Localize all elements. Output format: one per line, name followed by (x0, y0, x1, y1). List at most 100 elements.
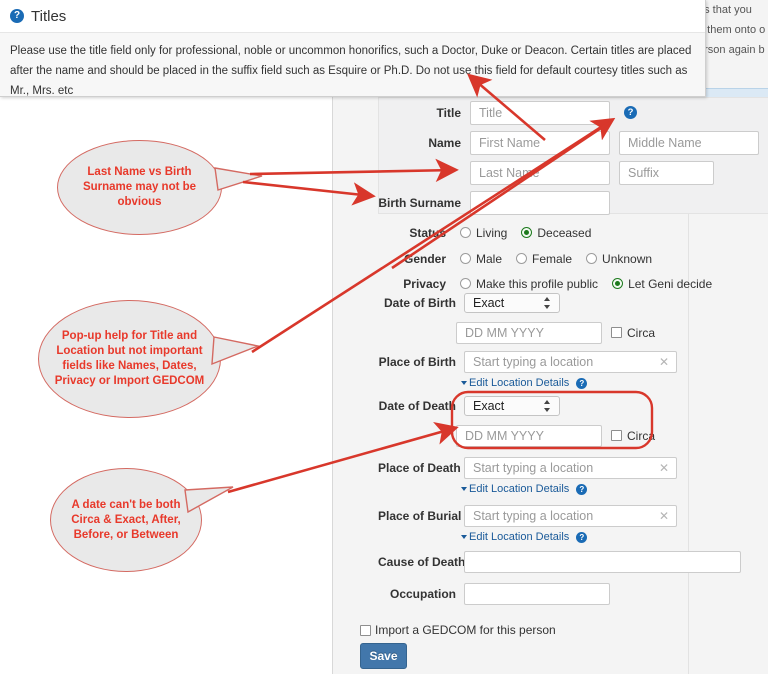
title-input[interactable]: Title (470, 101, 610, 125)
select-arrows-icon (544, 297, 551, 309)
place-of-birth-label: Place of Birth (378, 355, 456, 369)
privacy-radio-public[interactable] (460, 278, 471, 290)
status-radio-deceased[interactable] (521, 227, 533, 239)
status-option-living-label: Living (476, 225, 508, 240)
privacy-radio-geni[interactable] (612, 278, 624, 290)
place-of-burial-input[interactable]: Start typing a location ✕ (464, 505, 677, 527)
first-name-input[interactable]: First Name (470, 131, 610, 155)
status-label: Status (409, 226, 446, 240)
row-lastname: Last Name Suffix (395, 161, 768, 185)
row-date-of-birth-type: Date of Birth Exact (378, 293, 768, 313)
annotation-callout-1: Last Name vs Birth Surname may not be ob… (57, 140, 222, 235)
annotation-callout-3: A date can't be both Circa & Exact, Afte… (50, 468, 202, 572)
row-gender: Gender Male Female Unknown (378, 250, 768, 268)
date-of-birth-type-value: Exact (473, 296, 505, 310)
edit-location-details-burial[interactable]: Edit Location Details ? (461, 531, 588, 544)
place-of-burial-label: Place of Burial (378, 509, 462, 523)
gender-option-unknown-label: Unknown (602, 251, 653, 266)
date-of-birth-label: Date of Birth (384, 296, 456, 310)
name-label: Name (428, 136, 461, 150)
tooltip-body: Please use the title field only for prof… (0, 32, 705, 97)
row-date-of-birth-value: DD MM YYYY Circa (456, 322, 768, 344)
cause-of-death-label: Cause of Death (378, 555, 466, 569)
date-of-birth-circa-label: Circa (627, 325, 656, 340)
occupation-label: Occupation (389, 587, 456, 601)
place-of-death-label: Place of Death (378, 461, 461, 475)
row-occupation: Occupation (378, 583, 768, 605)
chevron-down-icon (461, 381, 467, 386)
row-place-of-birth: Place of Birth Start typing a location ✕ (378, 351, 768, 373)
clear-icon[interactable]: ✕ (659, 356, 669, 368)
row-status: Status Living Deceased (378, 224, 768, 242)
place-of-birth-placeholder: Start typing a location (473, 355, 594, 369)
import-gedcom-checkbox[interactable] (360, 624, 371, 636)
last-name-input[interactable]: Last Name (470, 161, 610, 185)
place-of-death-placeholder: Start typing a location (473, 461, 594, 475)
annotation-callout-2: Pop-up help for Title and Location but n… (38, 300, 221, 418)
date-of-birth-type-select[interactable]: Exact (464, 293, 560, 313)
edit-location-details-burial-label: Edit Location Details (469, 531, 570, 544)
gender-label: Gender (403, 252, 446, 266)
privacy-option-public-label: Make this profile public (476, 276, 599, 291)
save-button[interactable]: Save (360, 643, 407, 669)
occupation-input[interactable] (464, 583, 610, 605)
gender-option-female-label: Female (532, 251, 573, 266)
edit-location-details-death-label: Edit Location Details (469, 483, 570, 496)
gender-option-male-label: Male (476, 251, 503, 266)
bg-text-line-1: ns that you (698, 4, 752, 16)
title-label: Title (436, 106, 461, 120)
location-help-icon-burial[interactable]: ? (576, 531, 588, 543)
gender-radio-female[interactable] (516, 253, 528, 265)
row-import-gedcom: Import a GEDCOM for this person (360, 621, 760, 639)
title-help-icon[interactable]: ? (624, 104, 637, 122)
birth-surname-input[interactable] (470, 191, 610, 215)
row-date-of-death-type: Date of Death Exact (378, 396, 768, 416)
select-arrows-icon (544, 400, 551, 412)
date-of-death-circa-checkbox[interactable] (611, 430, 622, 442)
date-of-death-input[interactable]: DD MM YYYY (456, 425, 602, 447)
status-radio-living[interactable] (460, 227, 471, 239)
clear-icon[interactable]: ✕ (659, 462, 669, 474)
privacy-label: Privacy (403, 277, 446, 291)
date-of-birth-circa-checkbox[interactable] (611, 327, 622, 339)
birth-surname-label: Birth Surname (378, 196, 461, 210)
edit-location-details-death[interactable]: Edit Location Details ? (461, 483, 588, 496)
privacy-option-geni-label: Let Geni decide (628, 276, 713, 291)
bg-text-line-3: erson again b (698, 44, 765, 56)
row-birth-surname: Birth Surname (378, 191, 768, 215)
date-of-death-type-value: Exact (473, 399, 505, 413)
chevron-down-icon (461, 535, 467, 540)
tooltip-header: ? Titles (0, 0, 705, 32)
help-circle-icon: ? (10, 9, 24, 23)
suffix-input[interactable]: Suffix (619, 161, 714, 185)
status-option-deceased-label: Deceased (537, 225, 592, 240)
date-of-death-circa-label: Circa (627, 428, 656, 443)
gender-radio-unknown[interactable] (586, 253, 598, 265)
chevron-down-icon (461, 487, 467, 492)
place-of-death-input[interactable]: Start typing a location ✕ (464, 457, 677, 479)
row-place-of-burial: Place of Burial Start typing a location … (378, 505, 768, 527)
bg-text-line-2: d them onto o (698, 24, 766, 36)
place-of-birth-input[interactable]: Start typing a location ✕ (464, 351, 677, 373)
row-privacy: Privacy Make this profile public Let Geni… (378, 275, 768, 293)
row-name: Name First Name Middle Name (395, 131, 768, 155)
import-gedcom-label: Import a GEDCOM for this person (375, 623, 556, 637)
place-of-burial-placeholder: Start typing a location (473, 509, 594, 523)
location-help-icon-birth[interactable]: ? (576, 377, 588, 389)
date-of-death-label: Date of Death (378, 399, 456, 413)
middle-name-input[interactable]: Middle Name (619, 131, 759, 155)
edit-location-details-birth[interactable]: Edit Location Details ? (461, 377, 588, 390)
row-date-of-death-value: DD MM YYYY Circa (456, 425, 768, 447)
title-help-tooltip: ? Titles Please use the title field only… (0, 0, 706, 97)
edit-location-details-birth-label: Edit Location Details (469, 377, 570, 390)
row-place-of-death: Place of Death Start typing a location ✕ (378, 457, 768, 479)
obscured-background-text: ns that you d them onto o erson again b (696, 0, 768, 60)
date-of-death-type-select[interactable]: Exact (464, 396, 560, 416)
cause-of-death-input[interactable] (464, 551, 741, 573)
row-cause-of-death: Cause of Death (378, 551, 768, 573)
gender-radio-male[interactable] (460, 253, 471, 265)
row-title: Title Title ? (395, 101, 768, 125)
date-of-birth-input[interactable]: DD MM YYYY (456, 322, 602, 344)
clear-icon[interactable]: ✕ (659, 510, 669, 522)
location-help-icon-death[interactable]: ? (576, 483, 588, 495)
